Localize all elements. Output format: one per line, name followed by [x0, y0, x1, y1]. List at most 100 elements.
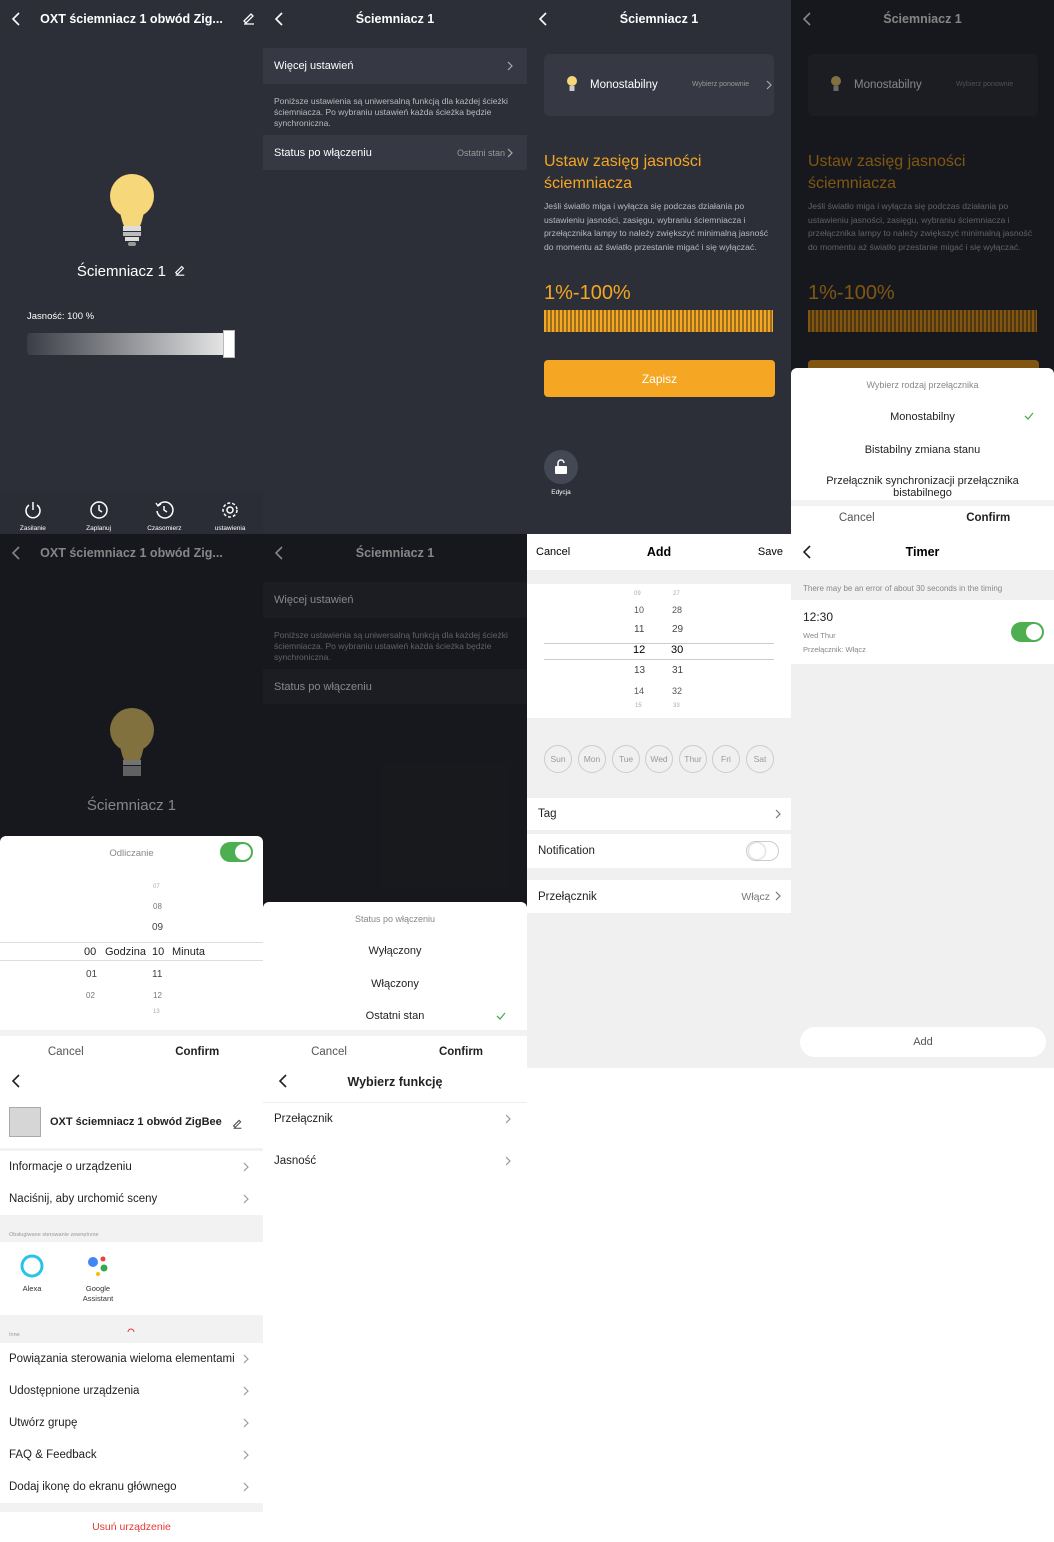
faq-row[interactable]: FAQ & Feedback — [0, 1439, 263, 1471]
time-picker[interactable] — [527, 584, 791, 718]
timer-time: 12:30 — [803, 610, 834, 624]
scene-row[interactable]: Naciśnij, aby urchomić sceny — [0, 1183, 263, 1215]
chevron-right-icon — [243, 1482, 249, 1492]
cancel-button[interactable]: Cancel — [791, 500, 923, 534]
power-icon — [25, 502, 41, 519]
google-assistant-tile[interactable]: Google Assistant — [74, 1253, 122, 1303]
edit-icon[interactable] — [242, 11, 256, 25]
range-slider[interactable] — [544, 310, 773, 332]
brightness-slider[interactable] — [27, 333, 235, 355]
day-sun[interactable]: Sun — [544, 745, 572, 773]
switch-type-card[interactable]: Monostabilny Wybierz ponownie — [544, 54, 774, 116]
option-monostable[interactable]: Monostabilny — [791, 411, 1054, 423]
nav-label: Czasomierz — [147, 525, 182, 532]
google-assistant-icon — [88, 1256, 108, 1276]
clock-icon — [89, 501, 108, 519]
back-icon[interactable] — [8, 1073, 24, 1089]
chevron-right-icon — [505, 1156, 511, 1166]
cancel-button[interactable]: Cancel — [263, 1036, 395, 1068]
minute-value: 12 — [153, 991, 162, 1000]
external-control-label: Obsługiwane sterowanie zewnętrzne — [9, 1232, 99, 1238]
status-row[interactable]: Status po włączeniu Ostatni stan — [263, 135, 527, 170]
panel-switch-type-dialog: Ściemniacz 1 Monostabilny Wybierz ponown… — [791, 0, 1054, 534]
nav-label: ustawienia — [214, 525, 246, 532]
edit-name-icon[interactable] — [174, 264, 186, 276]
panel-device-control: OXT ściemniacz 1 obwód Zig... Ściemniacz… — [0, 0, 263, 534]
chevron-right-icon — [766, 80, 772, 90]
switch-type-sheet: Wybierz rodzaj przełącznika Monostabilny… — [791, 368, 1054, 534]
chevron-right-icon — [505, 1114, 511, 1124]
day-mon[interactable]: Mon — [578, 745, 606, 773]
function-switch-label: Przełącznik — [274, 1112, 333, 1125]
chevron-right-icon — [507, 61, 513, 71]
remove-device-button[interactable]: Usuń urządzenie — [0, 1512, 263, 1542]
hour-value: 10 — [634, 605, 645, 615]
nav-power[interactable]: Zasilanie — [0, 492, 66, 534]
scene-label: Naciśnij, aby urchomić sceny — [9, 1193, 158, 1205]
shared-devices-row[interactable]: Udostępnione urządzenia — [0, 1375, 263, 1407]
tag-row[interactable]: Tag — [527, 798, 791, 830]
countdown-toggle[interactable] — [220, 842, 253, 862]
option-bistable[interactable]: Bistabilny zmiana stanu — [791, 444, 1054, 456]
settings-description: Poniższe ustawienia są uniwersalną funkc… — [274, 96, 508, 128]
faq-label: FAQ & Feedback — [9, 1449, 97, 1461]
save-button[interactable]: Zapisz — [544, 360, 775, 397]
option-bistable-sync[interactable]: Przełącznik synchronizacji przełącznika … — [791, 475, 1054, 499]
day-wed[interactable]: Wed — [645, 745, 673, 773]
function-brightness-row[interactable]: Jasność — [263, 1145, 527, 1177]
brightness-slider-handle[interactable] — [223, 330, 235, 358]
chevron-right-icon — [243, 1162, 249, 1172]
countdown-sheet: Odliczanie 00 01 02 Godzina 07 08 09 10 … — [0, 836, 263, 1068]
panel-settings: Ściemniacz 1 Więcej ustawień Poniższe us… — [263, 0, 527, 534]
option-on[interactable]: Włączony — [263, 978, 527, 990]
unlock-icon — [555, 459, 567, 474]
add-home-icon-label: Dodaj ikonę do ekranu głównego — [9, 1481, 177, 1493]
hour-value: 00 — [84, 946, 97, 958]
sheet-title: Status po włączeniu — [354, 914, 436, 924]
bulb-small-icon — [567, 76, 577, 91]
confirm-button[interactable]: Confirm — [132, 1036, 264, 1068]
day-thur[interactable]: Thur — [679, 745, 707, 773]
panel-choose-function: Wybierz funkcję Przełącznik Jasność — [263, 1068, 527, 1542]
day-sat[interactable]: Sat — [746, 745, 774, 773]
add-timer-button[interactable]: Add — [800, 1027, 1046, 1057]
hour-unit: Godzina — [105, 946, 146, 958]
device-name: OXT ściemniacz 1 obwód ZigBee — [50, 1116, 222, 1128]
more-settings-row[interactable]: Więcej ustawień — [263, 48, 527, 84]
nav-schedule[interactable]: Zaplanuj — [66, 492, 132, 534]
confirm-button[interactable]: Confirm — [923, 500, 1054, 534]
option-off[interactable]: Wyłączony — [263, 945, 527, 957]
switch-label: Przełącznik — [538, 890, 597, 903]
chevron-right-icon — [775, 891, 781, 901]
timer-item[interactable]: 12:30 Wed Thur Przełącznik: Włącz — [791, 600, 1054, 664]
alexa-tile[interactable]: Alexa — [14, 1253, 50, 1293]
nav-settings[interactable]: ustawienia — [197, 492, 263, 534]
page-title: Ściemniacz 1 — [619, 12, 699, 26]
multi-control-row[interactable]: Powiązania sterowania wieloma elementami — [0, 1343, 263, 1375]
edit-icon[interactable] — [232, 1118, 243, 1129]
power-status-sheet: Status po włączeniu Wyłączony Włączony O… — [263, 902, 527, 1068]
minute-value: 27 — [673, 591, 680, 597]
option-last-state[interactable]: Ostatni stan — [263, 1010, 527, 1022]
check-icon — [496, 1012, 506, 1020]
save-button[interactable]: Save — [758, 546, 783, 558]
hour-value: 02 — [86, 991, 95, 1000]
create-group-row[interactable]: Utwórz grupę — [0, 1407, 263, 1439]
panel-range: Ściemniacz 1 Monostabilny Wybierz ponown… — [527, 0, 791, 534]
confirm-button[interactable]: Confirm — [395, 1036, 527, 1068]
chevron-right-icon — [243, 1386, 249, 1396]
nav-timer[interactable]: Czasomierz — [132, 492, 198, 534]
cancel-button[interactable]: Cancel — [0, 1036, 132, 1068]
notification-toggle[interactable] — [746, 841, 779, 861]
day-fri[interactable]: Fri — [712, 745, 740, 773]
function-switch-row[interactable]: Przełącznik — [263, 1102, 527, 1134]
minute-value: 32 — [672, 686, 683, 696]
timer-toggle[interactable] — [1011, 622, 1044, 642]
day-tue[interactable]: Tue — [612, 745, 640, 773]
switch-row[interactable]: Przełącznik Włącz — [527, 880, 791, 913]
sheet-title: Wybierz rodzaj przełącznika — [866, 380, 979, 390]
switch-value: Włącz — [741, 890, 770, 903]
add-home-icon-row[interactable]: Dodaj ikonę do ekranu głównego — [0, 1471, 263, 1503]
device-info-row[interactable]: Informacje o urządzeniu — [0, 1151, 263, 1183]
edit-lock-button[interactable] — [544, 450, 578, 484]
